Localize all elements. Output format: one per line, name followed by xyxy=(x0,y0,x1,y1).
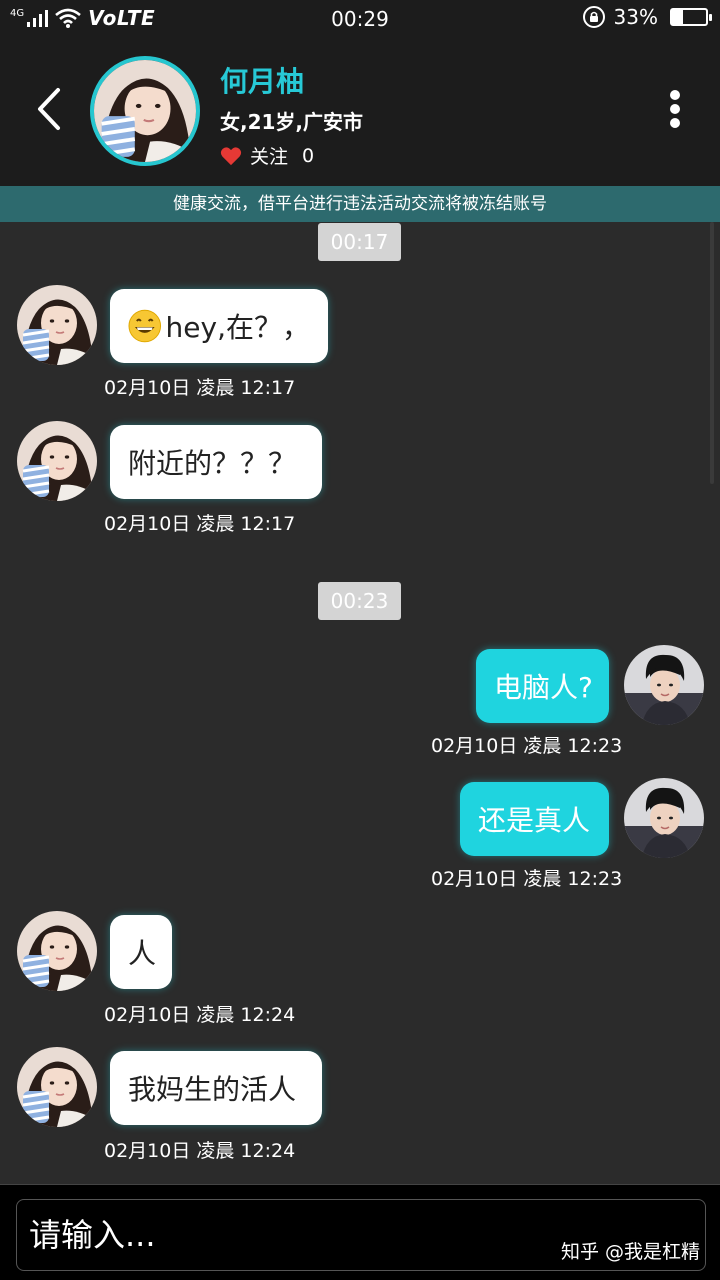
grinning-face-icon xyxy=(128,309,162,343)
back-arrow-icon[interactable] xyxy=(30,84,70,134)
contact-info: 女,21岁,广安市 xyxy=(220,110,364,134)
rotation-lock-icon xyxy=(582,6,605,28)
message-text: hey,在？， xyxy=(165,311,310,344)
follow-button[interactable]: 关注 0 xyxy=(220,142,314,169)
message-text: 还是真人 xyxy=(478,804,591,837)
watermark: 知乎 @我是杠精 xyxy=(560,1241,700,1263)
battery-level xyxy=(672,10,684,24)
notice-banner: 健康交流，借平台进行违法活动交流将被冻结账号 xyxy=(0,186,720,222)
status-bar: 4G VoLTE 00:29 33% xyxy=(0,0,720,38)
more-options-icon[interactable] xyxy=(664,90,686,134)
message-text: 电脑人? xyxy=(494,671,593,704)
heart-icon xyxy=(220,146,242,165)
message-time: 02月10日 凌晨 12:23 xyxy=(431,868,623,890)
status-right: 33% xyxy=(582,5,712,29)
user-chat-avatar[interactable] xyxy=(624,645,704,725)
battery-icon xyxy=(670,8,712,26)
chat-screen: 4G VoLTE 00:29 33% 何月柚 女,21岁,广安市 关注 0 健康… xyxy=(0,0,720,1280)
message-bubble-incoming[interactable]: 附近的？？？ xyxy=(110,425,322,499)
message-time: 02月10日 凌晨 12:24 xyxy=(104,1004,296,1026)
message-text: 我妈生的活人 xyxy=(128,1073,297,1106)
message-time: 02月10日 凌晨 12:23 xyxy=(431,735,623,757)
contact-chat-avatar[interactable] xyxy=(17,421,97,501)
time-separator: 00:23 xyxy=(318,582,401,620)
message-text: 附近的？？？ xyxy=(128,447,297,480)
message-time: 02月10日 凌晨 12:17 xyxy=(104,513,296,535)
message-text: 人 xyxy=(128,937,157,970)
message-bubble-incoming[interactable]: hey,在？， xyxy=(110,289,328,363)
message-bubble-outgoing[interactable]: 电脑人? xyxy=(476,649,609,723)
follow-label: 关注 xyxy=(250,146,289,168)
contact-name: 何月柚 xyxy=(220,65,305,98)
input-bar: 知乎 @我是杠精 xyxy=(0,1184,720,1280)
chat-header: 何月柚 女,21岁,广安市 关注 0 xyxy=(0,38,720,186)
time-separator: 00:17 xyxy=(318,223,401,261)
contact-avatar[interactable] xyxy=(90,56,200,166)
scrollbar[interactable] xyxy=(710,222,714,484)
message-time: 02月10日 凌晨 12:24 xyxy=(104,1140,296,1162)
contact-chat-avatar[interactable] xyxy=(17,285,97,365)
message-bubble-incoming[interactable]: 我妈生的活人 xyxy=(110,1051,322,1125)
user-chat-avatar[interactable] xyxy=(624,778,704,858)
message-bubble-outgoing[interactable]: 还是真人 xyxy=(460,782,609,856)
message-time: 02月10日 凌晨 12:17 xyxy=(104,377,296,399)
follow-count: 0 xyxy=(302,144,315,167)
battery-percent: 33% xyxy=(613,5,658,29)
contact-chat-avatar[interactable] xyxy=(17,911,97,991)
contact-chat-avatar[interactable] xyxy=(17,1047,97,1127)
message-bubble-incoming[interactable]: 人 xyxy=(110,915,172,989)
